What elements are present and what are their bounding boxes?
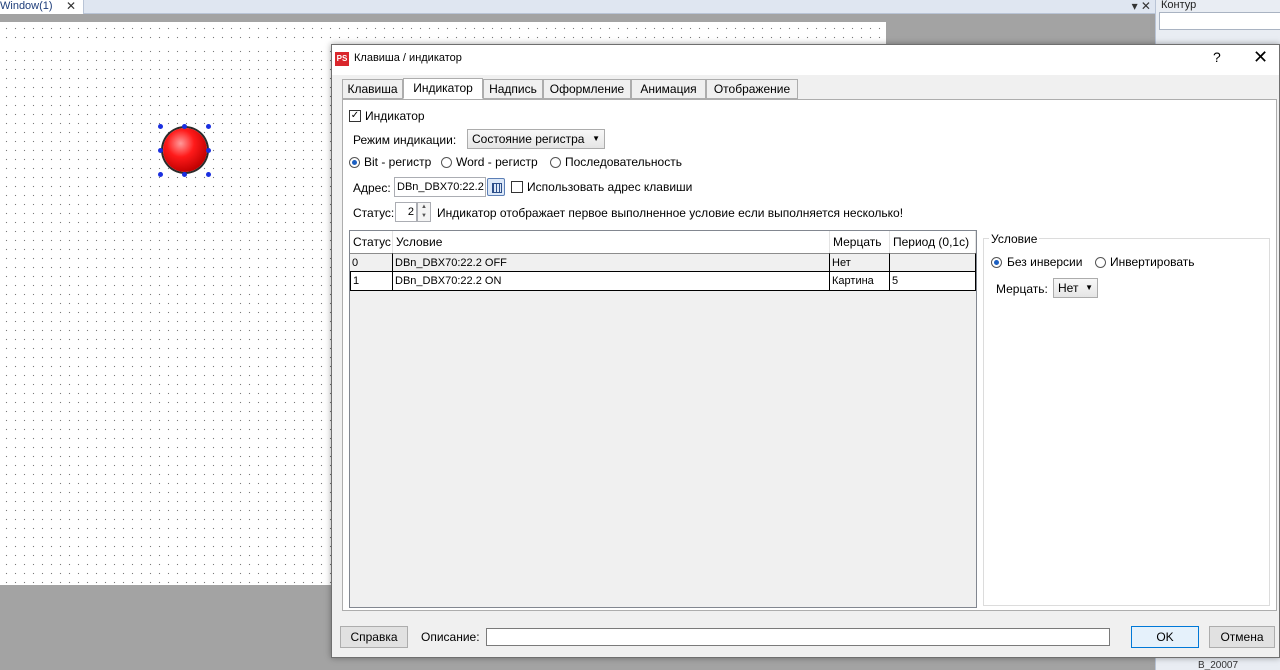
dialog-titlebar: PS Клавиша / индикатор ? ✕ (332, 45, 1279, 75)
cancel-button[interactable]: Отмена (1209, 626, 1275, 648)
condition-group-title: Условие (989, 232, 1040, 246)
blink-label: Мерцать: (996, 282, 1048, 296)
selection-handle[interactable] (158, 124, 163, 129)
help-icon[interactable]: ? (1213, 49, 1221, 65)
mode-select-value: Состояние регистра (472, 132, 585, 146)
selection-handle[interactable] (206, 124, 211, 129)
tab-key[interactable]: Клавиша (342, 79, 403, 99)
use-key-address-label: Использовать адрес клавиши (527, 180, 693, 194)
selection-handle[interactable] (206, 148, 211, 153)
selection-handle[interactable] (182, 172, 187, 177)
table-cell[interactable]: Картина (830, 272, 890, 291)
help-button[interactable]: Справка (340, 626, 408, 648)
close-icon[interactable]: ✕ (66, 0, 76, 12)
dialog-footer: Справка Описание: OK Отмена (332, 613, 1279, 659)
table-cell[interactable]: Нет (830, 253, 890, 272)
indicator-checkbox[interactable]: ✓ (349, 110, 361, 122)
design-canvas-lower[interactable] (0, 45, 332, 585)
radio-no-inversion-label: Без инверсии (1007, 255, 1083, 269)
table-cell[interactable] (890, 253, 976, 272)
description-field[interactable] (486, 628, 1110, 646)
radio-sequence[interactable] (550, 157, 561, 168)
mode-select[interactable]: Состояние регистра ▼ (467, 129, 605, 149)
blink-select-value: Нет (1058, 281, 1079, 295)
column-header-status[interactable]: Статус (350, 231, 393, 253)
app-logo-icon: PS (335, 52, 349, 66)
status-hint: Индикатор отображает первое выполненное … (437, 206, 904, 220)
close-icon[interactable]: ✕ (1253, 47, 1268, 68)
outline-tree-item[interactable]: B_20007 (1198, 660, 1238, 670)
radio-no-inversion[interactable] (991, 257, 1002, 268)
tab-design[interactable]: Оформление (543, 79, 631, 99)
radio-invert[interactable] (1095, 257, 1106, 268)
outline-panel-title: Контур (1161, 0, 1197, 11)
radio-bit-register-label: Bit - регистр (364, 155, 432, 169)
status-spinner-field[interactable]: 2 (395, 202, 417, 222)
chevron-down-icon: ▼ (1085, 283, 1093, 292)
conditions-table[interactable]: Статус Условие Мерцать Период (0,1с) 0 D… (349, 230, 977, 608)
indicator-tab-page: ✓ Индикатор Режим индикации: Состояние р… (342, 99, 1277, 611)
table-cell[interactable]: DBn_DBX70:22.2 OFF (393, 253, 830, 272)
radio-bit-register[interactable] (349, 157, 360, 168)
selection-handle[interactable] (206, 172, 211, 177)
description-label: Описание: (421, 630, 480, 644)
status-spinner-arrows[interactable]: ▲ ▼ (417, 202, 431, 222)
tabbar-controls[interactable]: ▾ ✕ (1132, 0, 1151, 12)
use-key-address-checkbox[interactable] (511, 181, 523, 193)
indicator-lamp-widget[interactable] (163, 128, 207, 172)
radio-sequence-label: Последовательность (565, 155, 682, 169)
table-cell[interactable]: 1 (350, 272, 393, 291)
document-tab[interactable]: Window(1) ✕ (0, 0, 84, 14)
address-label: Адрес: (353, 181, 391, 195)
key-indicator-dialog: PS Клавиша / индикатор ? ✕ Клавиша Индик… (331, 44, 1280, 658)
mode-label: Режим индикации: (353, 133, 457, 147)
dialog-title: Клавиша / индикатор (354, 52, 462, 64)
column-header-period[interactable]: Период (0,1с) (890, 231, 976, 253)
outline-panel-field[interactable] (1159, 12, 1280, 30)
ok-button[interactable]: OK (1131, 626, 1199, 648)
table-cell[interactable]: DBn_DBX70:22.2 ON (393, 272, 830, 291)
table-cell[interactable]: 0 (350, 253, 393, 272)
editor-tabbar: Window(1) ✕ ▾ ✕ (0, 0, 1155, 14)
selection-handle[interactable] (158, 148, 163, 153)
tab-animation[interactable]: Анимация (631, 79, 706, 99)
selection-handle[interactable] (182, 124, 187, 129)
table-row[interactable]: 1 DBn_DBX70:22.2 ON Картина 5 (350, 272, 976, 291)
tab-indicator[interactable]: Индикатор (403, 78, 483, 99)
status-label: Статус: (353, 206, 395, 220)
radio-invert-label: Инвертировать (1110, 255, 1195, 269)
chevron-down-icon: ▼ (592, 134, 600, 143)
table-cell[interactable]: 5 (890, 272, 976, 291)
address-picker-icon[interactable] (487, 178, 505, 196)
radio-word-register[interactable] (441, 157, 452, 168)
radio-word-register-label: Word - регистр (456, 155, 538, 169)
column-header-condition[interactable]: Условие (393, 231, 830, 253)
address-field[interactable]: DBn_DBX70:22.2 (394, 177, 486, 197)
document-tab-label: Window(1) (0, 0, 53, 12)
tab-display[interactable]: Отображение (706, 79, 798, 99)
column-header-blink[interactable]: Мерцать (830, 231, 890, 253)
table-row[interactable]: 0 DBn_DBX70:22.2 OFF Нет (350, 253, 976, 272)
tab-caption[interactable]: Надпись (483, 79, 543, 99)
blink-select[interactable]: Нет ▼ (1053, 278, 1098, 298)
selection-handle[interactable] (158, 172, 163, 177)
indicator-checkbox-label: Индикатор (365, 109, 425, 123)
table-header: Статус Условие Мерцать Период (0,1с) (350, 231, 976, 253)
